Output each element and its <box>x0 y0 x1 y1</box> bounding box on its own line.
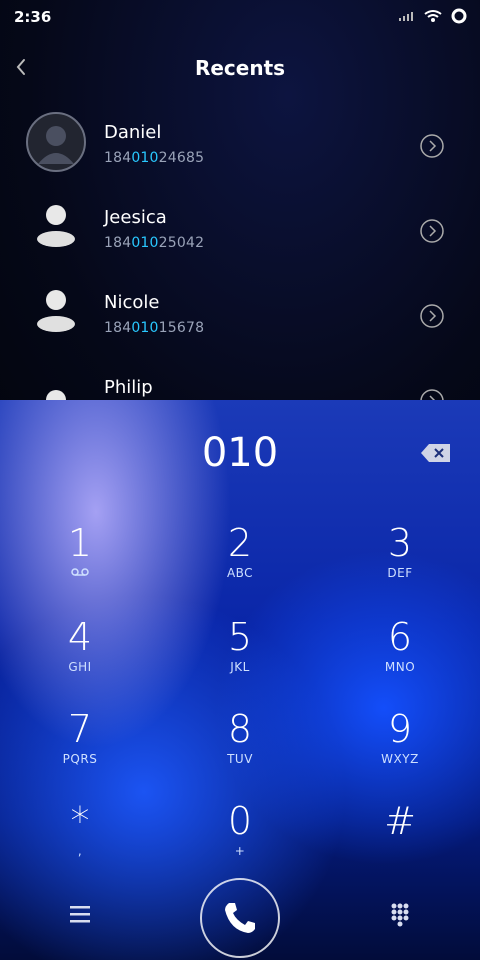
contact-name: Philip <box>104 377 153 398</box>
contact-number: 18401015678 <box>104 320 205 336</box>
avatar <box>26 367 86 400</box>
signal-icon <box>399 12 413 21</box>
key-1[interactable]: 1 <box>0 510 160 600</box>
list-item[interactable]: Jeesica 18401025042 <box>0 185 480 270</box>
contact-name: Daniel <box>104 122 162 143</box>
key-3[interactable]: 3 DEF <box>320 510 480 600</box>
contact-number: 18401025042 <box>104 235 205 251</box>
key-star[interactable]: * , <box>0 788 160 878</box>
contact-name: Nicole <box>104 292 160 313</box>
key-4[interactable]: 4 GHI <box>0 604 160 694</box>
header: Recents <box>0 44 480 92</box>
info-button[interactable] <box>419 303 445 329</box>
recents-list: Daniel 18401024685 Jeesica 18401025042 N… <box>0 100 480 400</box>
menu-icon <box>70 906 90 923</box>
contact-name: Jeesica <box>104 207 167 228</box>
key-hash[interactable]: # <box>320 788 480 878</box>
key-0[interactable]: 0 + <box>160 788 320 878</box>
chevron-right-circle-icon <box>420 389 444 400</box>
call-button[interactable] <box>200 878 280 958</box>
status-icons <box>398 7 468 25</box>
status-time: 2:36 <box>14 8 52 26</box>
info-button[interactable] <box>419 133 445 159</box>
key-8[interactable]: 8 TUV <box>160 696 320 786</box>
page-title: Recents <box>194 56 286 80</box>
info-button[interactable] <box>419 218 445 244</box>
list-item[interactable]: Nicole 18401015678 <box>0 270 480 355</box>
avatar <box>26 282 86 342</box>
voicemail-icon <box>0 566 160 580</box>
status-bar: 2:36 <box>0 0 480 34</box>
backspace-button[interactable] <box>420 442 452 464</box>
list-item[interactable]: Philip <box>0 355 480 400</box>
battery-icon <box>451 8 467 24</box>
avatar <box>26 112 86 172</box>
contact-number: 18401024685 <box>104 150 205 166</box>
info-button[interactable] <box>419 388 445 400</box>
dialer-bottom-bar <box>0 870 480 960</box>
backspace-icon <box>421 444 450 462</box>
dialed-number: 010 <box>201 430 279 476</box>
chevron-right-circle-icon <box>420 134 444 158</box>
key-2[interactable]: 2 ABC <box>160 510 320 600</box>
menu-button[interactable] <box>60 900 100 930</box>
key-9[interactable]: 9 WXYZ <box>320 696 480 786</box>
key-5[interactable]: 5 JKL <box>160 604 320 694</box>
dialpad-panel: 010 1 2 ABC 3 DEF 4 GHI 5 JKL 6 MNO 7 PQ… <box>0 400 480 960</box>
key-7[interactable]: 7 PQRS <box>0 696 160 786</box>
chevron-right-circle-icon <box>420 219 444 243</box>
key-6[interactable]: 6 MNO <box>320 604 480 694</box>
avatar <box>26 197 86 257</box>
list-item[interactable]: Daniel 18401024685 <box>0 100 480 185</box>
chevron-right-circle-icon <box>420 304 444 328</box>
dialpad-icon <box>391 903 409 927</box>
dialpad-toggle-button[interactable] <box>380 900 420 930</box>
phone-icon <box>225 903 255 933</box>
wifi-icon <box>424 10 442 22</box>
